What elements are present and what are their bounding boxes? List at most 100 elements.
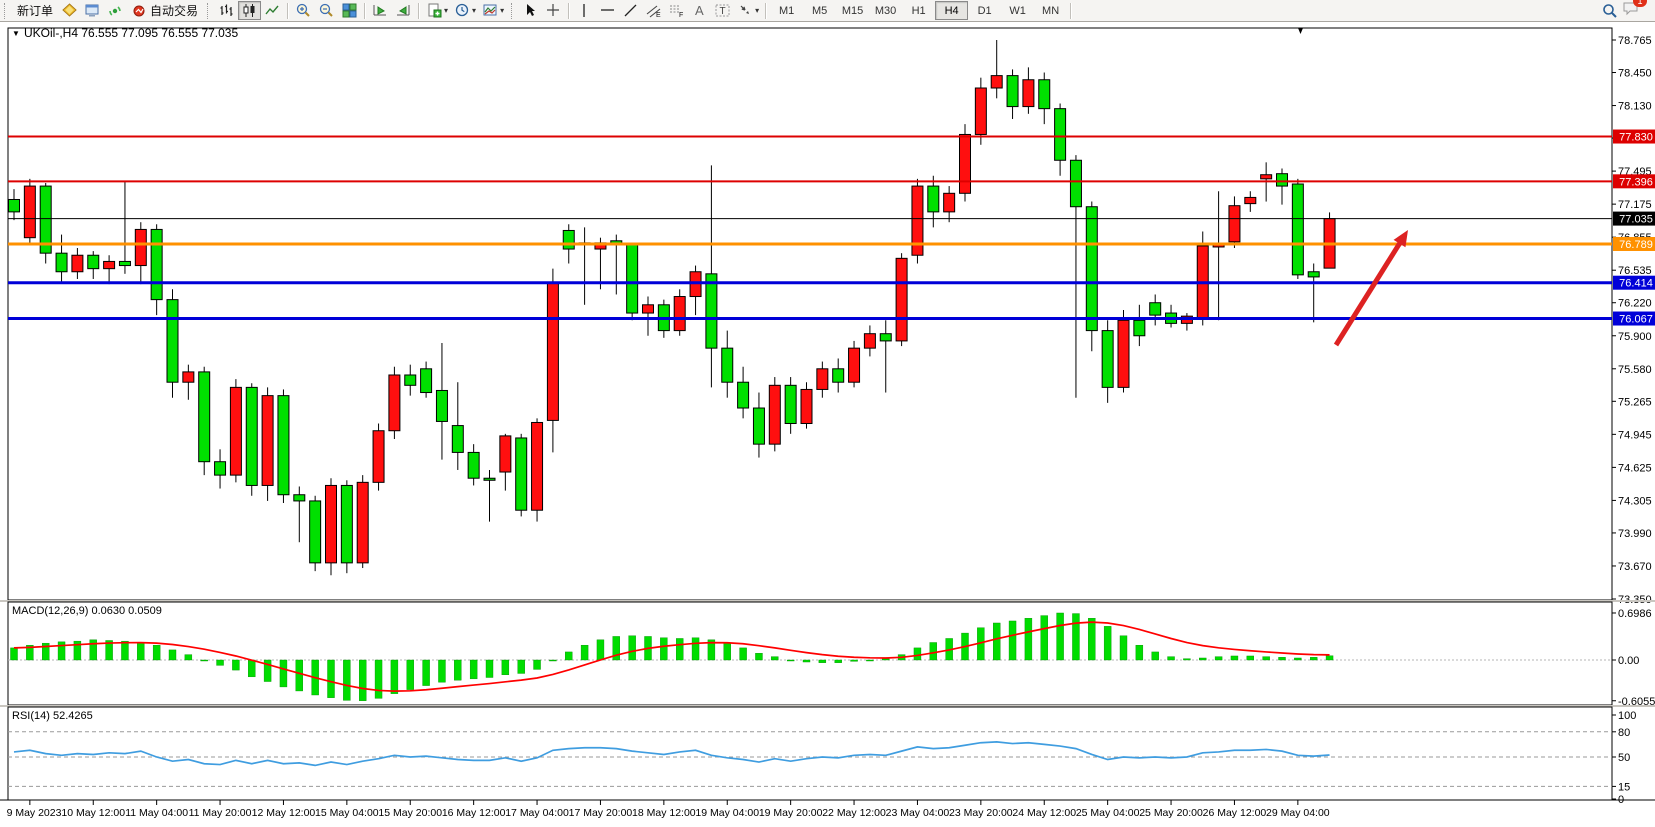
ohlc-bars-icon [218, 2, 235, 19]
zoom-in-button[interactable] [292, 1, 315, 20]
timeframe-button-M15[interactable]: M15 [836, 1, 869, 20]
toolbar-grip[interactable] [207, 3, 213, 19]
period-clock-button[interactable]: ▾ [451, 1, 479, 20]
horizontal-line-tool-button[interactable] [596, 1, 619, 20]
macd-histogram-bar [58, 642, 65, 660]
macd-histogram-bar [534, 660, 541, 669]
macd-histogram-bar [581, 645, 588, 660]
rsi-axis-label: 50 [1618, 752, 1630, 764]
auto-trading-label: 自动交易 [150, 2, 198, 19]
macd-histogram-bar [1104, 626, 1111, 660]
main-plot-frame [8, 28, 1612, 600]
signals-icon-button[interactable] [104, 1, 127, 20]
candle [991, 76, 1002, 88]
time-axis-label: 16 May 12:00 [442, 807, 506, 819]
toolbar-grip[interactable] [4, 3, 10, 19]
time-axis-label: 17 May 20:00 [569, 807, 633, 819]
text-label-tool-button[interactable]: T [711, 1, 734, 20]
price-axis-label: 74.945 [1618, 429, 1652, 441]
computer-icon [84, 2, 101, 19]
cursor-icon [522, 2, 539, 19]
line-chart-type-button[interactable] [261, 1, 284, 20]
timeframe-button-MN[interactable]: MN [1034, 1, 1067, 20]
macd-histogram-bar [549, 660, 556, 661]
vertical-line-tool-button[interactable] [573, 1, 596, 20]
candle [500, 436, 511, 472]
macd-histogram-bar [486, 660, 493, 677]
zoom-out-button[interactable] [315, 1, 338, 20]
candle [1134, 320, 1145, 335]
toolbar-grip[interactable] [511, 3, 517, 19]
macd-histogram-bar [914, 648, 921, 660]
candlestick-chart-type-button[interactable] [238, 1, 261, 20]
macd-histogram-bar [692, 638, 699, 660]
candle [1229, 206, 1240, 242]
new-order-label: 新订单 [17, 2, 53, 19]
search-button[interactable] [1598, 1, 1622, 20]
price-tag-label: 76.789 [1619, 239, 1653, 251]
timeframe-button-H4[interactable]: H4 [935, 1, 968, 20]
chart-area[interactable]: 78.76578.45078.13077.81577.49577.17576.8… [0, 22, 1655, 827]
market-watch-icon[interactable] [58, 1, 81, 20]
timeframe-button-M1[interactable]: M1 [770, 1, 803, 20]
cursor-tool-button[interactable] [519, 1, 542, 20]
svg-text:F: F [679, 12, 683, 19]
new-order-button[interactable]: 新订单 [12, 1, 58, 20]
timeframe-toolbar: M1M5M15M30H1H4D1W1MN [770, 1, 1067, 20]
candle [1070, 160, 1081, 206]
macd-histogram-bar [1231, 656, 1238, 660]
macd-histogram-bar [1025, 618, 1032, 660]
price-axis-label: 78.130 [1618, 101, 1652, 113]
step-back-button[interactable] [392, 1, 415, 20]
timeframe-button-D1[interactable]: D1 [968, 1, 1001, 20]
time-axis-label: 29 May 04:00 [1266, 807, 1330, 819]
macd-histogram-bar [1263, 657, 1270, 660]
price-axis-label: 78.450 [1618, 68, 1652, 80]
price-axis-label: 77.175 [1618, 199, 1652, 211]
horizontal-line-icon [599, 2, 616, 19]
price-axis-label: 75.265 [1618, 396, 1652, 408]
search-icon [1601, 2, 1619, 20]
notifications-button[interactable]: 1 [1622, 0, 1641, 22]
candle [864, 334, 875, 348]
line-chart-icon [264, 2, 281, 19]
auto-trading-button[interactable]: 自动交易 [127, 1, 203, 20]
bar-chart-type-button[interactable] [215, 1, 238, 20]
timeframe-button-W1[interactable]: W1 [1001, 1, 1034, 20]
macd-axis-label: 0.6986 [1618, 608, 1652, 620]
time-axis-label: 22 May 12:00 [822, 807, 886, 819]
shapes-tool-button[interactable]: ▾ [734, 1, 762, 20]
template-button[interactable]: ▾ [479, 1, 507, 20]
trendline-tool-button[interactable] [619, 1, 642, 20]
time-axis-label: 15 May 20:00 [378, 807, 442, 819]
terminal-icon-button[interactable] [81, 1, 104, 20]
macd-histogram-bar [787, 660, 794, 661]
crosshair-tool-button[interactable] [542, 1, 565, 20]
terminal-window: 新订单 自动交 [0, 0, 1655, 827]
dropdown-caret: ▾ [755, 6, 759, 15]
price-tag-label: 76.414 [1619, 278, 1653, 290]
toolbar-separator [568, 3, 570, 19]
candle [135, 229, 146, 265]
candle [928, 186, 939, 212]
timeframe-button-M30[interactable]: M30 [869, 1, 902, 20]
price-axis-label: 75.900 [1618, 331, 1652, 343]
channel-tool-button[interactable]: E [642, 1, 665, 20]
add-indicator-button[interactable]: ▾ [423, 1, 451, 20]
candle [1118, 320, 1129, 387]
macd-histogram-bar [454, 660, 461, 680]
chart-collapse-icon: ▼ [12, 29, 20, 38]
step-forward-button[interactable] [369, 1, 392, 20]
macd-histogram-bar [1294, 658, 1301, 660]
candle [880, 334, 891, 341]
tile-windows-button[interactable] [338, 1, 361, 20]
macd-histogram-bar [1152, 652, 1159, 660]
timeframe-button-H1[interactable]: H1 [902, 1, 935, 20]
text-tool-button[interactable]: A [688, 1, 711, 20]
macd-histogram-bar [438, 660, 445, 682]
price-axis-label: 78.765 [1618, 35, 1652, 47]
candle [532, 422, 543, 510]
macd-histogram-bar [835, 660, 842, 663]
timeframe-button-M5[interactable]: M5 [803, 1, 836, 20]
fibonacci-tool-button[interactable]: F [665, 1, 688, 20]
